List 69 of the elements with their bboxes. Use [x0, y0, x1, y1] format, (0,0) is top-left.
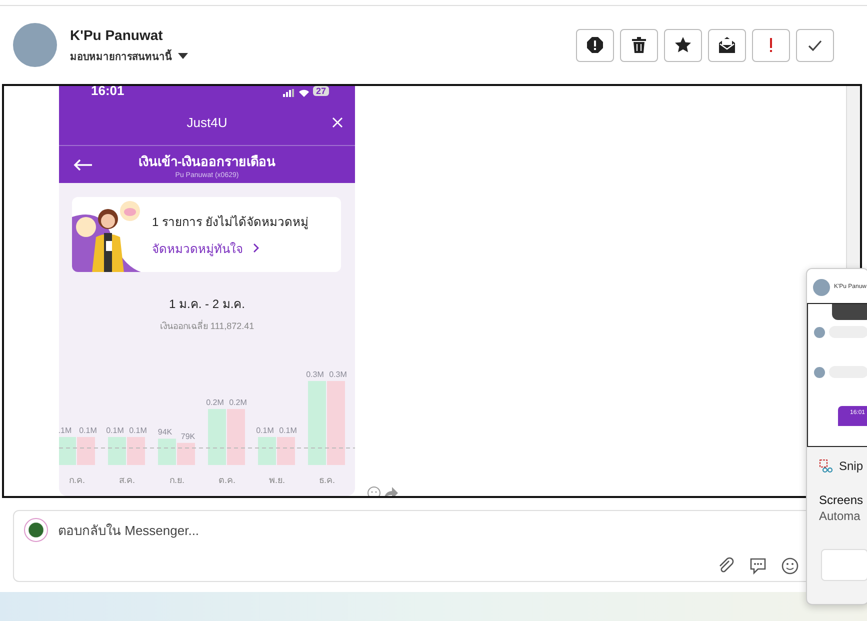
avatar [814, 326, 825, 338]
contact-name: K'Pu Panuwat [70, 26, 164, 42]
avatar [814, 366, 825, 378]
chat-bubble-icon[interactable] [749, 557, 767, 575]
bar-value-label: 0.1M [129, 426, 147, 435]
bar-value-label: 0.2M [206, 398, 224, 407]
month-label: ต.ค. [218, 475, 236, 485]
date-range: 1 ม.ค. - 2 ม.ค. [168, 296, 246, 313]
star-button[interactable] [664, 28, 702, 62]
caret-icon [178, 53, 188, 59]
delete-button[interactable] [620, 28, 658, 62]
chart-bar [158, 438, 176, 465]
month-label: ก.ย. [170, 475, 184, 485]
assign-dropdown[interactable]: มอบหมายการสนทนานี้ [70, 48, 576, 64]
app-title: Just4U [186, 114, 228, 130]
wifi-icon [298, 88, 309, 97]
check-icon [808, 40, 822, 50]
categorize-link[interactable]: จัดหมวดหมู่ทันใจ [152, 238, 308, 258]
chart-bar [277, 437, 295, 465]
avatar [813, 278, 830, 296]
bar-value-label: 0.3M [329, 370, 347, 379]
chart-bar [108, 437, 126, 465]
scissors-icon [819, 459, 833, 473]
envelope-icon [719, 37, 735, 53]
month-label: ก.ค. [69, 475, 85, 485]
page-title: เงินเข้า-เงินออกรายเดือน [138, 152, 276, 171]
trash-icon [632, 37, 646, 53]
alert-icon [587, 37, 603, 53]
image-block [832, 304, 867, 320]
chart-bar [177, 442, 195, 465]
notice-text: 1 รายการ ยังไม่ได้จัดหมวดหมู่ [152, 214, 308, 231]
back-arrow-icon[interactable] [73, 158, 93, 171]
bar-value-label: .1M [59, 426, 72, 435]
smiley-icon[interactable] [781, 557, 799, 575]
exclamation-icon [769, 37, 773, 53]
chevron-icon [253, 243, 259, 254]
notification-title: Screens [818, 492, 864, 507]
star-icon [675, 37, 691, 53]
status-time: 16:01 [91, 86, 124, 98]
chart-bar [77, 437, 95, 465]
bar-value-label: 0.3M [306, 370, 324, 379]
page-logo [24, 518, 48, 542]
month-label: พ.ย. [269, 475, 285, 485]
chart-bar [227, 409, 245, 465]
bar-value-label: 0.1M [79, 426, 97, 435]
chart-bar [258, 437, 276, 465]
unread-button[interactable] [708, 28, 746, 62]
bar-value-label: 0.1M [279, 426, 297, 435]
average-expense: เงินออกเฉลี่ย 111,872.41 [158, 319, 256, 333]
chart-bar [208, 409, 226, 465]
avatar [13, 23, 57, 67]
month-label: ส.ค. [119, 475, 135, 485]
battery-level: 27 [312, 86, 329, 96]
month-label: ธ.ค. [319, 475, 335, 485]
app-name: Snip [839, 459, 864, 473]
signal-icon [282, 88, 295, 97]
bar-value-label: 79K [180, 432, 196, 441]
chart-bar [59, 437, 76, 465]
bar-value-label: 0.1M [106, 426, 124, 435]
bar-value-label: 0.1M [256, 426, 274, 435]
spam-button[interactable] [576, 28, 614, 62]
bar-value-label: 0.2M [229, 398, 247, 407]
done-button[interactable] [796, 28, 834, 62]
chart-bar [127, 437, 145, 465]
paperclip-icon[interactable] [717, 557, 735, 575]
notification-body: Automa [818, 508, 862, 523]
bar-value-label: 94K [158, 428, 172, 437]
close-icon[interactable] [332, 116, 343, 128]
share-icon[interactable] [384, 486, 398, 496]
